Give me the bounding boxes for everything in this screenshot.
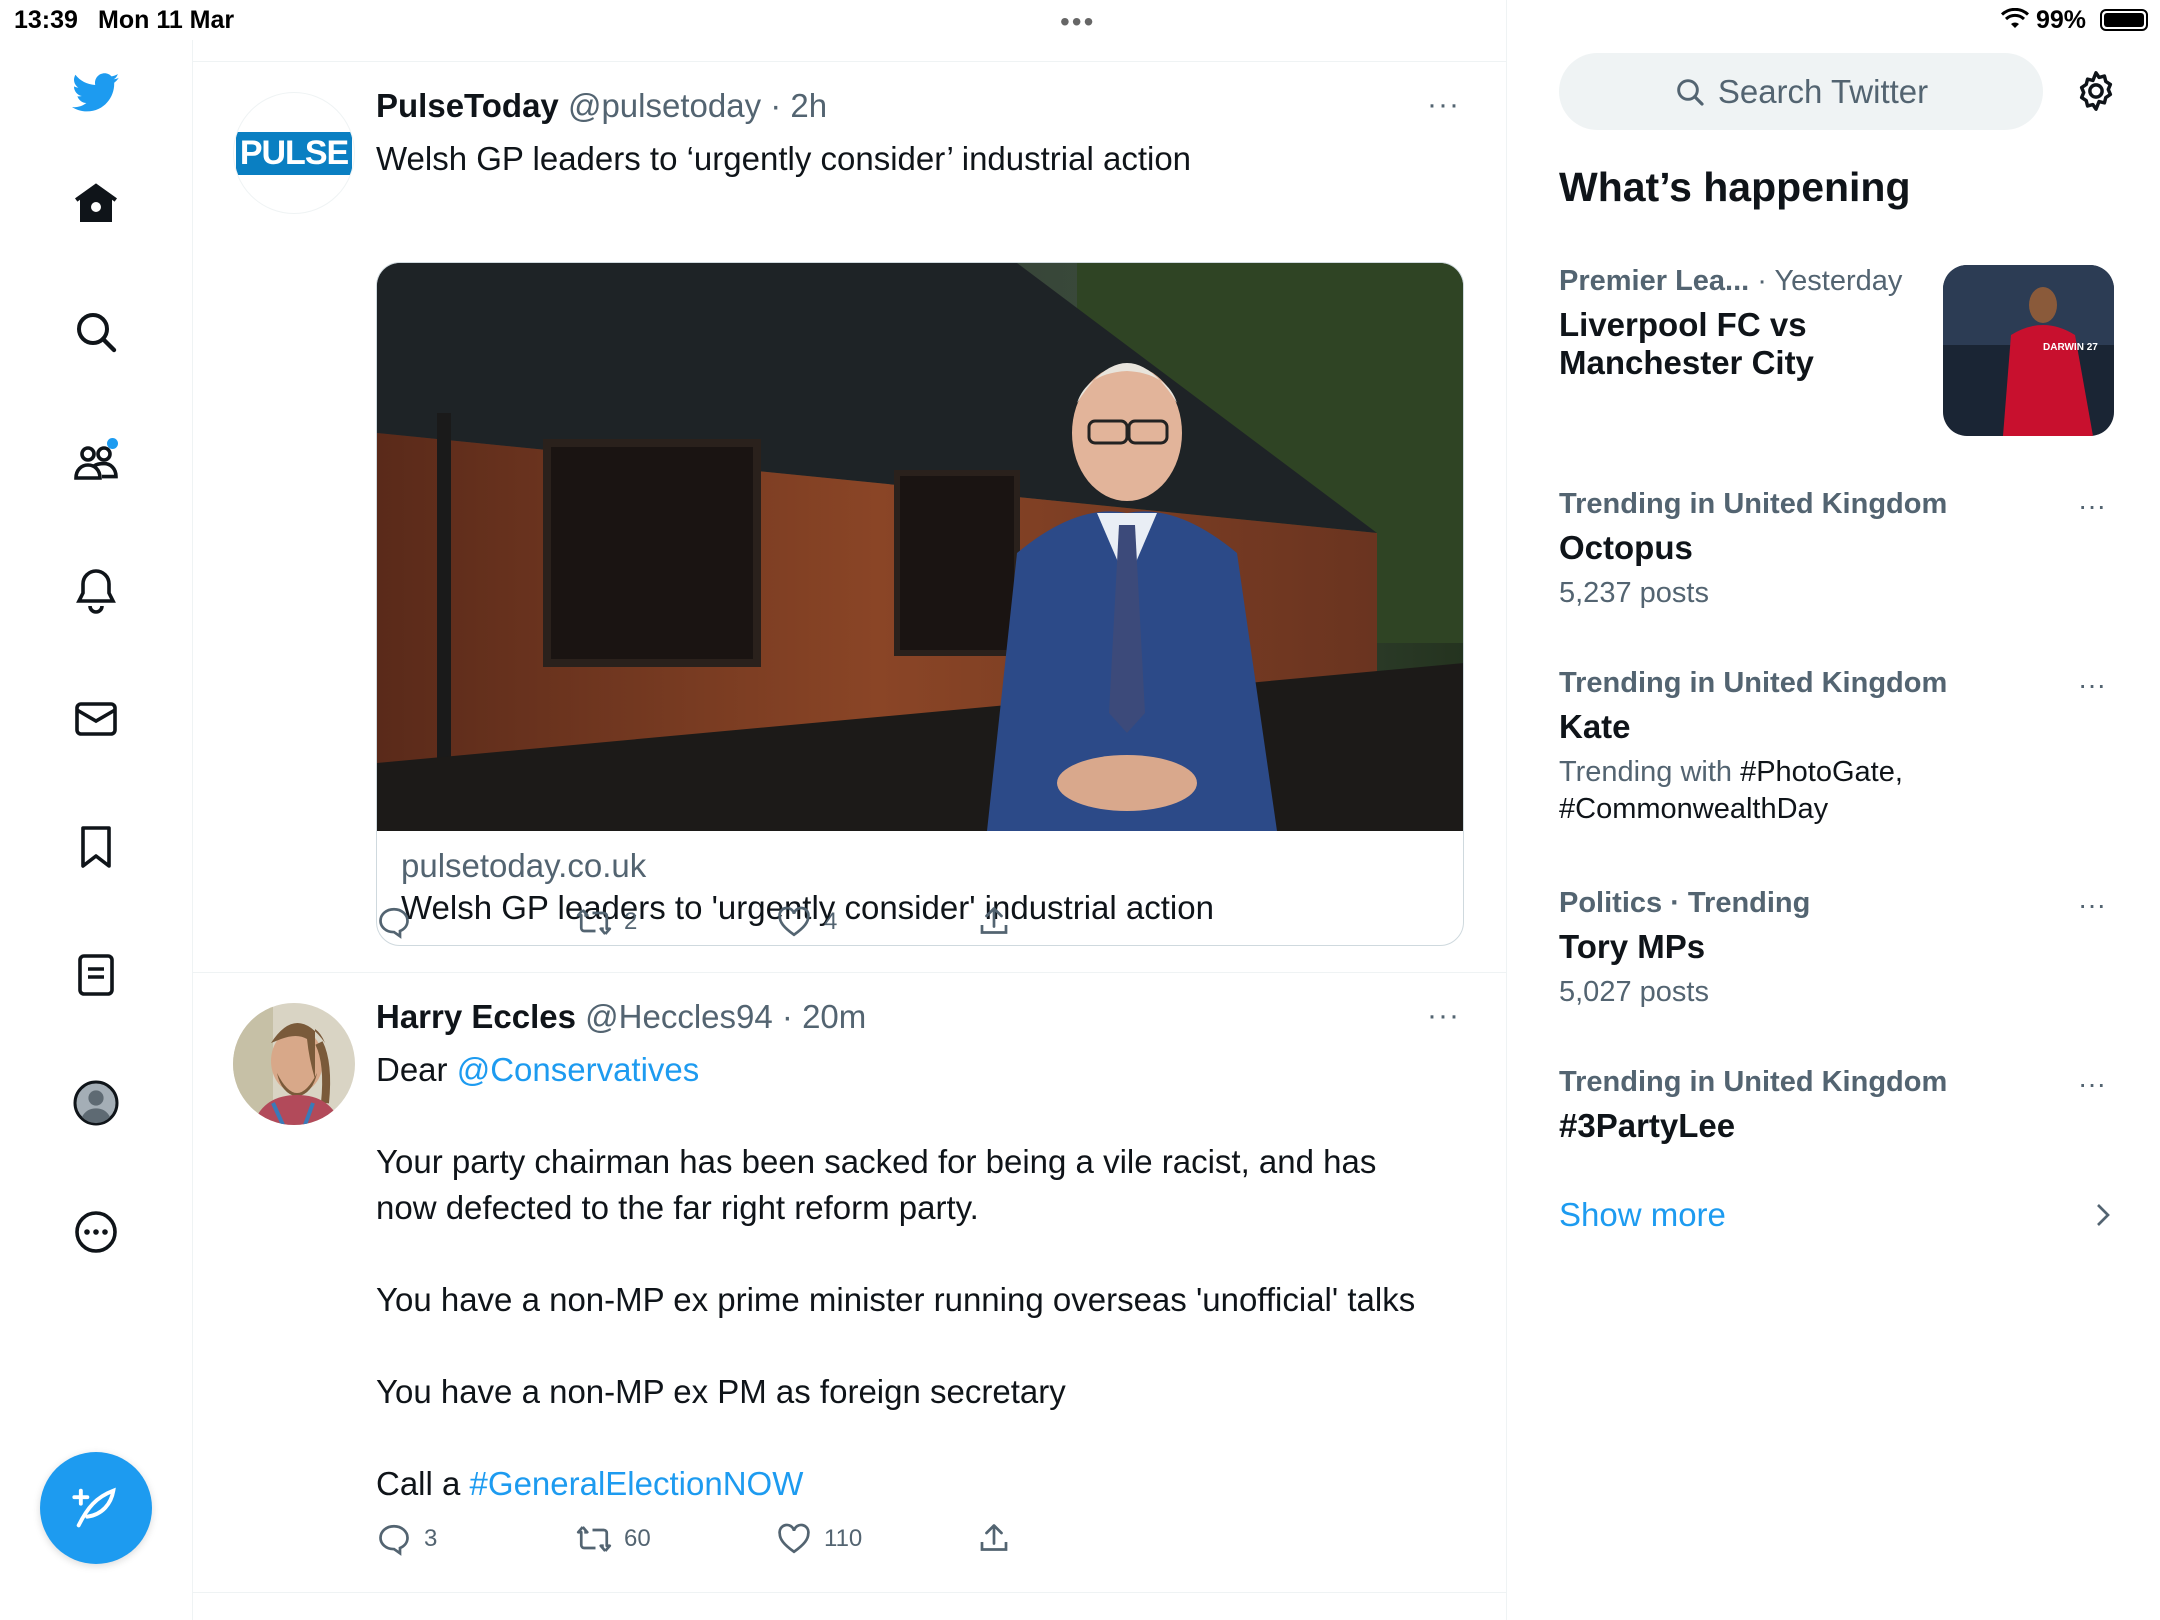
like-button[interactable]: 110 [776, 1521, 862, 1557]
trend-more-icon[interactable]: ··· [2078, 889, 2106, 921]
heart-icon [778, 906, 810, 937]
compose-tweet-button[interactable] [40, 1452, 152, 1564]
trend-context: Trending with #PhotoGate, #CommonwealthD… [1559, 756, 1903, 825]
tweet-pulsetoday[interactable]: PULSE PulseToday @pulsetoday · 2h ··· We… [193, 62, 1507, 973]
trend-item[interactable]: Trending in United Kingdom Kate Trending… [1559, 667, 2119, 828]
author-name[interactable]: PulseToday [376, 87, 559, 124]
pulse-logo: PULSE [235, 131, 353, 175]
whats-happening-title: What’s happening [1559, 164, 1911, 210]
avatar[interactable]: PULSE [233, 92, 355, 214]
reply-icon [379, 907, 409, 939]
reply-button[interactable] [376, 904, 424, 940]
share-icon [980, 907, 1008, 934]
trend-topic: Octopus [1559, 529, 1693, 566]
messages-envelope-icon[interactable] [68, 691, 124, 747]
tweet-more-icon[interactable]: ··· [1427, 999, 1460, 1033]
trend-item[interactable]: Trending in United Kingdom #3PartyLee [1559, 1066, 2119, 1145]
more-options-icon[interactable] [68, 1204, 124, 1260]
trend-topic: Kate [1559, 708, 1631, 745]
hashtag-link[interactable]: #GeneralElectionNOW [470, 1465, 804, 1502]
mention-link[interactable]: @Conservatives [457, 1051, 700, 1088]
link-card[interactable]: pulsetoday.co.uk Welsh GP leaders to 'ur… [376, 262, 1464, 946]
trend-category: Politics · Trending [1559, 887, 1811, 919]
tweet-text: Welsh GP leaders to ‘urgently consider’ … [376, 140, 1192, 177]
profile-avatar-icon[interactable] [68, 1075, 124, 1131]
tweet-header: Harry Eccles @Heccles94 · 20m [376, 998, 867, 1035]
bookmarks-icon[interactable] [68, 819, 124, 875]
search-input[interactable]: Search Twitter [1559, 53, 2043, 130]
trend-category: Trending in United Kingdom [1559, 488, 1948, 520]
show-more-link[interactable]: Show more [1559, 1196, 1726, 1234]
chevron-right-icon[interactable] [2092, 1200, 2114, 1230]
tweet-harry-eccles[interactable]: Harry Eccles @Heccles94 · 20m ··· Dear @… [193, 973, 1507, 1593]
trend-more-icon[interactable]: ··· [2078, 669, 2106, 701]
retweet-count: 60 [624, 1525, 651, 1552]
retweet-button[interactable]: 60 [576, 1521, 651, 1557]
trend-more-icon[interactable]: ··· [2078, 490, 2106, 522]
feather-plus-icon [72, 1487, 116, 1528]
share-button[interactable] [976, 904, 1012, 940]
card-domain: pulsetoday.co.uk [401, 847, 647, 884]
tweet-text: Dear @Conservatives Your party chairman … [376, 1051, 1416, 1502]
tweet-more-icon[interactable]: ··· [1427, 88, 1460, 122]
reply-count: 3 [424, 1525, 438, 1552]
like-button[interactable]: 4 [776, 904, 837, 940]
trend-topic: Tory MPs [1559, 928, 1706, 965]
like-count: 4 [824, 908, 838, 935]
tweet-time[interactable]: 2h [790, 87, 827, 124]
twitter-logo-icon[interactable] [68, 64, 124, 120]
retweet-button[interactable]: 2 [576, 904, 637, 940]
trend-post-count: 5,237 posts [1559, 577, 1709, 609]
trend-post-count: 5,027 posts [1559, 976, 1709, 1008]
author-name[interactable]: Harry Eccles [376, 998, 576, 1035]
heart-icon [778, 1523, 810, 1554]
trend-category: Premier Lea... [1559, 265, 1750, 297]
retweet-icon [576, 909, 612, 935]
author-handle[interactable]: @Heccles94 [585, 998, 773, 1035]
card-image [377, 263, 1463, 831]
lists-icon[interactable] [68, 947, 124, 1003]
explore-search-icon[interactable] [68, 304, 124, 360]
trend-item[interactable]: Premier Lea... · Yesterday Liverpool FC … [1559, 265, 1929, 382]
search-icon [1677, 78, 1704, 106]
trend-image-caption: DARWIN 27 [2043, 342, 2098, 353]
search-placeholder: Search Twitter [1717, 72, 1929, 110]
tweet-actions: 2 4 [376, 904, 1376, 944]
share-icon [980, 1524, 1008, 1551]
timeline: PULSE PulseToday @pulsetoday · 2h ··· We… [193, 0, 1507, 1620]
communities-icon[interactable] [68, 434, 124, 490]
home-icon[interactable] [68, 176, 124, 232]
trend-category: Trending in United Kingdom [1559, 1066, 1948, 1098]
reply-icon [379, 1524, 409, 1556]
trend-category: Trending in United Kingdom [1559, 667, 1948, 699]
avatar[interactable] [233, 1003, 355, 1125]
tweet-actions: 3 60 110 [376, 1521, 1376, 1561]
trend-item[interactable]: Trending in United Kingdom Octopus 5,237… [1559, 488, 2119, 612]
settings-gear-icon[interactable] [2073, 68, 2119, 114]
left-nav [0, 40, 193, 1620]
retweet-count: 2 [624, 908, 638, 935]
like-count: 110 [824, 1525, 863, 1552]
trend-topic: #3PartyLee [1559, 1107, 1736, 1144]
retweet-icon [576, 1526, 612, 1552]
tweet-header: PulseToday @pulsetoday · 2h [376, 87, 828, 124]
trend-item[interactable]: Politics · Trending Tory MPs 5,027 posts [1559, 887, 2119, 1011]
trend-more-icon[interactable]: ··· [2078, 1068, 2106, 1100]
status-time: 13:39 [14, 6, 78, 34]
notifications-bell-icon[interactable] [68, 562, 124, 618]
reply-button[interactable]: 3 [376, 1521, 437, 1557]
trend-time: · Yesterday [1749, 265, 1903, 297]
trend-topic: Liverpool FC vs Manchester City [1559, 306, 1814, 381]
trend-image: DARWIN 27 [1943, 265, 2114, 436]
notification-dot [107, 438, 118, 449]
tweet-time[interactable]: 20m [802, 998, 866, 1035]
share-button[interactable] [976, 1521, 1012, 1557]
author-handle[interactable]: @pulsetoday [568, 87, 761, 124]
